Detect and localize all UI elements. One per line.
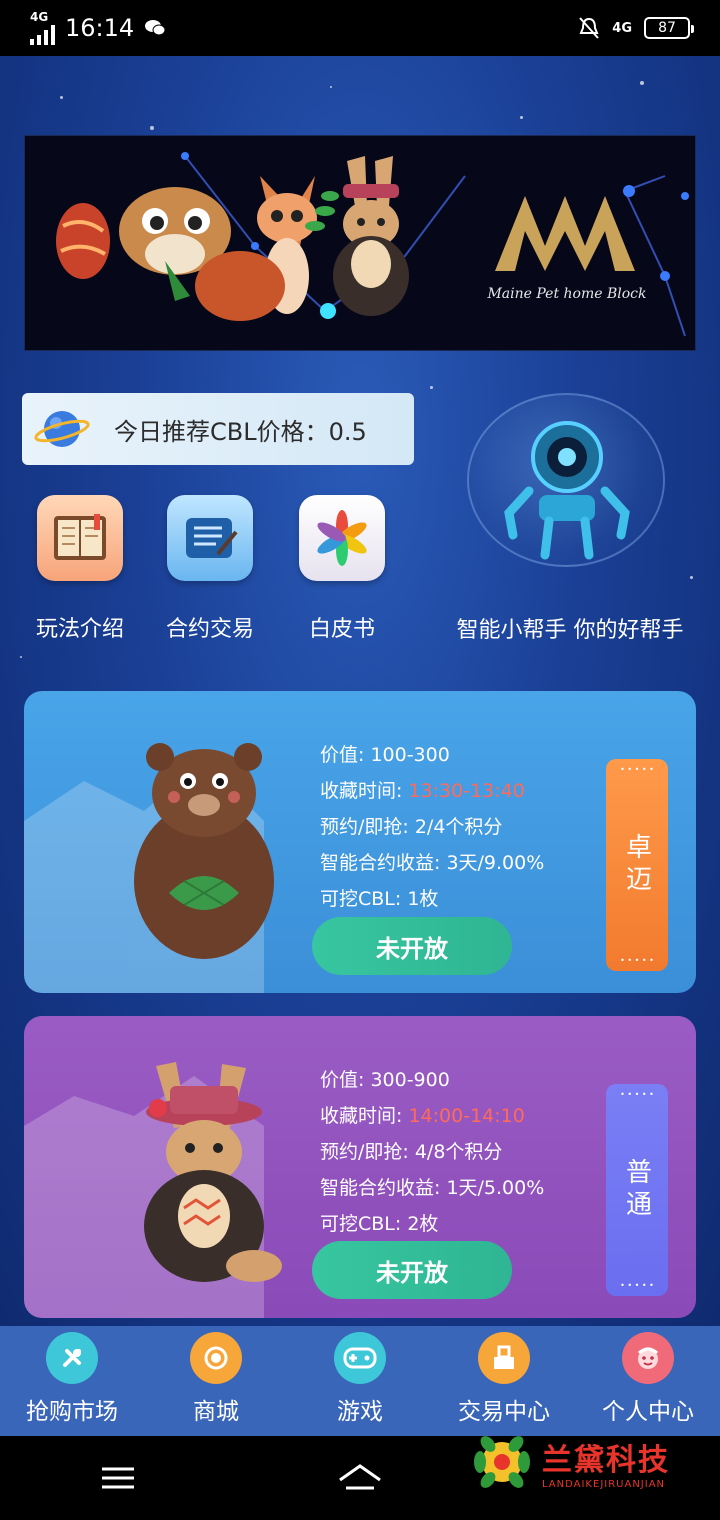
level-tag: 卓迈 — [606, 759, 668, 971]
banner-brand-text: Maine Pet home Block — [487, 286, 647, 302]
book-icon — [37, 495, 123, 581]
watermark-subtitle: LANDAIKEJIRUANJIAN — [542, 1478, 666, 1490]
level-tag-label: 卓迈 — [621, 833, 652, 897]
battery-level: 87 — [658, 20, 676, 36]
card-info: 价值: 100-300 收藏时间: 13:30-13:40 预约/即抢: 2/4… — [320, 737, 544, 917]
card-profit: 智能合约收益: 1天/5.00% — [320, 1177, 545, 1199]
feature-contract[interactable]: 合约交易 — [150, 495, 270, 643]
cbl-price-text: 今日推荐CBL价格：0.5 — [114, 417, 367, 446]
nav-shop[interactable]: 商城 — [144, 1326, 288, 1436]
wreath-logo — [474, 1436, 530, 1488]
trade-icon — [478, 1332, 530, 1384]
card-time-row: 收藏时间: 13:30-13:40 — [320, 773, 544, 809]
feature-label: 合约交易 — [165, 617, 254, 642]
feature-label: 白皮书 — [308, 617, 375, 642]
card-time-label: 收藏时间: — [320, 1105, 409, 1127]
mute-bell-icon — [579, 17, 600, 39]
nav-game[interactable]: 游戏 — [288, 1326, 432, 1436]
level-tag-label: 普通 — [621, 1158, 652, 1222]
level-tag: 普通 — [606, 1084, 668, 1296]
card-time-value: 13:30-13:40 — [408, 780, 525, 802]
rabbit-image — [144, 1062, 282, 1282]
cbl-price-box: 今日推荐CBL价格：0.5 — [22, 393, 414, 465]
not-open-button[interactable]: 未开放 — [312, 1241, 512, 1299]
network-type: 4G — [612, 20, 632, 36]
gamepad-icon — [334, 1332, 386, 1384]
nav-label: 抢购市场 — [26, 1399, 118, 1425]
watermark-title: 兰黛科技 — [542, 1442, 670, 1478]
card-time-row: 收藏时间: 14:00-14:10 — [320, 1098, 544, 1134]
product-card: 价值: 100-300 收藏时间: 13:30-13:40 预约/即抢: 2/4… — [24, 691, 696, 993]
card-reserve: 预约/即抢: 4/8个积分 — [320, 1141, 503, 1163]
contract-icon — [167, 495, 253, 581]
feature-whitepaper[interactable]: 白皮书 — [282, 495, 402, 643]
promo-banner[interactable]: Maine Pet home Block — [24, 135, 696, 351]
card-info: 价值: 300-900 收藏时间: 14:00-14:10 预约/即抢: 4/8… — [320, 1062, 544, 1242]
bear-image — [134, 743, 274, 959]
nav-label: 个人中心 — [602, 1399, 694, 1425]
card-profit: 智能合约收益: 3天/9.00% — [320, 852, 545, 874]
assistant-robot-button[interactable] — [467, 393, 665, 567]
nav-profile[interactable]: 个人中心 — [576, 1326, 720, 1436]
clock: 16:14 — [65, 14, 135, 42]
network-label: 4G — [30, 10, 49, 24]
network-indicator: 4G — [30, 11, 55, 45]
status-bar: 4G 16:14 4G 87 — [0, 0, 720, 56]
battery-icon: 87 — [644, 17, 694, 39]
assistant-label: 智能小帮手 你的好帮手 — [456, 618, 684, 643]
nav-label: 游戏 — [337, 1399, 383, 1425]
shop-icon — [190, 1332, 242, 1384]
home-icon[interactable] — [336, 1462, 384, 1494]
watermark: 兰黛科技 LANDAIKEJIRUANJIAN — [470, 1432, 720, 1492]
bottom-navigation: 抢购市场 商城 游戏 交易中心 个人中心 — [0, 1326, 720, 1436]
planet-icon — [34, 411, 90, 447]
not-open-button[interactable]: 未开放 — [312, 917, 512, 975]
product-card: 价值: 300-900 收藏时间: 14:00-14:10 预约/即抢: 4/8… — [24, 1016, 696, 1318]
signal-icon — [30, 23, 55, 45]
person-icon — [622, 1332, 674, 1384]
nav-market[interactable]: 抢购市场 — [0, 1326, 144, 1436]
menu-icon[interactable] — [100, 1465, 136, 1491]
robot-icon — [504, 421, 630, 560]
banner-artwork — [56, 152, 689, 337]
feature-label: 玩法介绍 — [35, 617, 124, 642]
wechat-icon — [145, 20, 166, 36]
pinwheel-icon — [299, 495, 385, 581]
card-value: 价值: 100-300 — [320, 744, 450, 766]
card-mine: 可挖CBL: 2枚 — [320, 1213, 439, 1235]
card-mine: 可挖CBL: 1枚 — [320, 888, 439, 910]
feature-gameplay[interactable]: 玩法介绍 — [20, 495, 140, 643]
card-value: 价值: 300-900 — [320, 1069, 450, 1091]
market-icon — [46, 1332, 98, 1384]
card-time-value: 14:00-14:10 — [408, 1105, 525, 1127]
nav-label: 商城 — [193, 1399, 239, 1425]
nav-label: 交易中心 — [458, 1399, 550, 1425]
card-time-label: 收藏时间: — [320, 780, 409, 802]
nav-trade[interactable]: 交易中心 — [432, 1326, 576, 1436]
card-reserve: 预约/即抢: 2/4个积分 — [320, 816, 503, 838]
